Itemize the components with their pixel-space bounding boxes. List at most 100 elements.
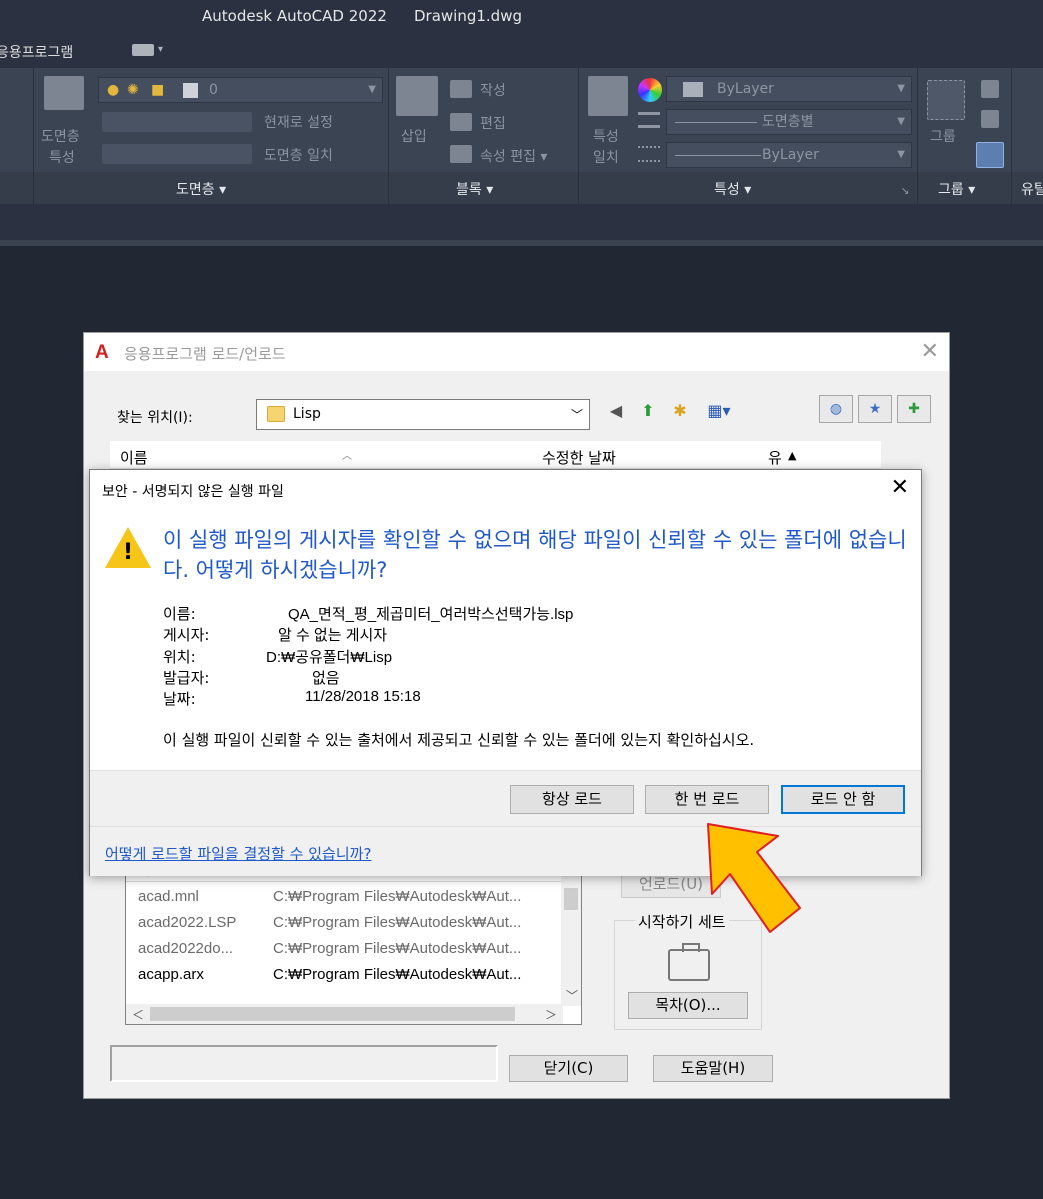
- group-selection-icon[interactable]: [976, 142, 1004, 168]
- group-icon[interactable]: [927, 80, 965, 120]
- column-name[interactable]: 이름: [120, 447, 148, 468]
- color-swatch-icon: [683, 82, 703, 97]
- match-properties-icon[interactable]: [588, 76, 628, 116]
- scroll-right-icon[interactable]: ＞: [545, 1006, 557, 1023]
- layer-properties-icon[interactable]: [44, 76, 84, 110]
- chevron-down-icon[interactable]: ▾: [158, 44, 163, 55]
- horizontal-scrollbar[interactable]: ＜ ＞: [126, 1004, 563, 1024]
- layer-properties-label-2[interactable]: 특성: [49, 147, 75, 167]
- edit-block-icon[interactable]: [450, 113, 472, 131]
- linetype-dropdown[interactable]: 도면층별 ▼: [666, 109, 912, 135]
- briefcase-icon: [668, 943, 710, 981]
- list-item[interactable]: acapp.arx C:₩Program Files₩Autodesk₩Aut.…: [126, 962, 566, 988]
- insert-label[interactable]: 삽입: [401, 126, 427, 146]
- chevron-down-icon: ▼: [368, 84, 376, 95]
- applications-menu[interactable]: 응용프로그램: [0, 42, 73, 62]
- always-load-button[interactable]: 항상 로드: [510, 785, 634, 814]
- layer-tools-icons-2[interactable]: [102, 144, 252, 164]
- ribbon-panel-labels: [0, 172, 1043, 204]
- linetype-icon[interactable]: [638, 112, 660, 128]
- edit-block-button[interactable]: 편집: [480, 113, 506, 133]
- layer-dropdown[interactable]: ● ✺ ■ 0 ▼: [98, 77, 383, 103]
- block-panel-label[interactable]: 블록 ▾: [456, 179, 493, 199]
- contents-button[interactable]: 목차(O)...: [628, 992, 748, 1019]
- layer-tools-icons[interactable]: [102, 112, 252, 132]
- chevron-down-icon: ﹀: [570, 408, 583, 422]
- create-block-button[interactable]: 작성: [480, 80, 506, 100]
- loaded-applications-list[interactable]: 파일 경로 acad.mnl C:₩Program Files₩Autodesk…: [125, 863, 582, 1025]
- make-current-button[interactable]: 현재로 설정: [264, 112, 333, 132]
- document-title: Drawing1.dwg: [414, 7, 522, 25]
- layer-properties-label[interactable]: 도면층: [41, 126, 80, 146]
- create-block-icon[interactable]: [450, 80, 472, 98]
- scrollbar-thumb[interactable]: [564, 888, 578, 910]
- look-in-dropdown[interactable]: Lisp ﹀: [256, 399, 590, 430]
- folder-icon: [267, 406, 285, 422]
- new-folder-icon[interactable]: ✱: [669, 400, 691, 422]
- color-wheel-icon[interactable]: [638, 78, 662, 102]
- status-field: [110, 1045, 498, 1082]
- color-swatch-icon: [183, 83, 198, 98]
- layers-panel-label[interactable]: 도면층 ▾: [176, 179, 226, 199]
- scrollbar-thumb[interactable]: [150, 1007, 515, 1021]
- vertical-scrollbar[interactable]: ﹀: [561, 864, 581, 1006]
- dialog-launcher-icon[interactable]: ↘: [901, 186, 909, 197]
- workspace-icon[interactable]: [132, 44, 154, 56]
- warning-message: 이 실행 파일의 게시자를 확인할 수 없으며 해당 파일이 신뢰할 수 있는 …: [163, 528, 907, 582]
- group-label[interactable]: 그룹: [930, 126, 956, 146]
- column-modified[interactable]: 수정한 날짜: [542, 447, 616, 468]
- group-edit-icon[interactable]: [981, 110, 999, 128]
- title-bar: Autodesk AutoCAD 2022 Drawing1.dwg: [0, 0, 1043, 36]
- column-type[interactable]: 유: [768, 447, 782, 468]
- favorites-folder-icon[interactable]: ★: [858, 395, 892, 423]
- do-not-load-button[interactable]: 로드 안 함: [781, 785, 905, 814]
- match-properties-label-2[interactable]: 일치: [593, 147, 619, 167]
- help-button[interactable]: 도움말(H): [653, 1055, 773, 1082]
- ribbon-separator: [33, 68, 34, 204]
- detail-label: 이름:: [163, 605, 196, 623]
- close-button[interactable]: 닫기(C): [509, 1055, 628, 1082]
- insert-block-icon[interactable]: [396, 76, 438, 116]
- detail-label: 위치:: [163, 648, 196, 666]
- scroll-down-icon[interactable]: ﹀: [566, 987, 578, 1004]
- ungroup-icon[interactable]: [981, 80, 999, 98]
- list-item[interactable]: acad.mnl C:₩Program Files₩Autodesk₩Aut..…: [126, 884, 566, 910]
- lineweight-icon[interactable]: [638, 146, 660, 162]
- ribbon-separator: [917, 68, 918, 204]
- up-folder-icon[interactable]: ⬆: [637, 400, 659, 422]
- attribute-edit-icon[interactable]: [450, 145, 472, 163]
- linetype-value: 도면층별: [762, 114, 814, 130]
- search-web-icon[interactable]: ◍: [819, 395, 853, 423]
- file-name-value: QA_면적_평_제곱미터_여러박스선택가능.lsp: [288, 606, 574, 623]
- dialog-title: 응용프로그램 로드/언로드: [124, 345, 286, 363]
- properties-panel-label[interactable]: 특성 ▾: [714, 179, 751, 199]
- color-value: ByLayer: [717, 81, 774, 97]
- unlock-icon: ■: [151, 82, 165, 98]
- scroll-up-icon[interactable]: ▲: [788, 449, 796, 462]
- lineweight-dropdown[interactable]: ByLayer ▼: [666, 142, 912, 168]
- match-properties-label[interactable]: 특성: [593, 126, 619, 146]
- publisher-value: 알 수 없는 게시자: [278, 627, 388, 644]
- verification-note: 이 실행 파일이 신뢰할 수 있는 출처에서 제공되고 신뢰할 수 있는 폴더에…: [163, 731, 755, 749]
- back-icon[interactable]: ◀: [605, 400, 627, 422]
- add-favorite-icon[interactable]: ✚: [897, 395, 931, 423]
- views-menu-icon[interactable]: ▦▾: [701, 400, 737, 422]
- load-once-button[interactable]: 한 번 로드: [645, 785, 769, 814]
- detail-label: 발급자:: [163, 669, 210, 687]
- groups-panel-label[interactable]: 그룹 ▾: [938, 179, 975, 199]
- date-value: 11/28/2018 15:18: [305, 688, 421, 705]
- drawing-area-border: [0, 240, 1043, 246]
- list-item[interactable]: acad2022.LSP C:₩Program Files₩Autodesk₩A…: [126, 910, 566, 936]
- scroll-left-icon[interactable]: ＜: [132, 1006, 144, 1023]
- match-layer-button[interactable]: 도면층 일치: [264, 145, 333, 165]
- list-item[interactable]: acad2022do... C:₩Program Files₩Autodesk₩…: [126, 936, 566, 962]
- help-link[interactable]: 어떻게 로드할 파일을 결정할 수 있습니까?: [105, 843, 371, 864]
- utilities-panel-label[interactable]: 유틸: [1021, 179, 1043, 199]
- ribbon-separator: [1011, 68, 1012, 204]
- color-dropdown[interactable]: ByLayer ▼: [666, 76, 912, 102]
- attribute-edit-button[interactable]: 속성 편집 ▾: [480, 146, 547, 166]
- close-icon[interactable]: ✕: [921, 339, 939, 364]
- close-icon[interactable]: ✕: [891, 475, 909, 500]
- detail-label: 게시자:: [163, 626, 210, 644]
- file-tab-strip: [0, 204, 1043, 240]
